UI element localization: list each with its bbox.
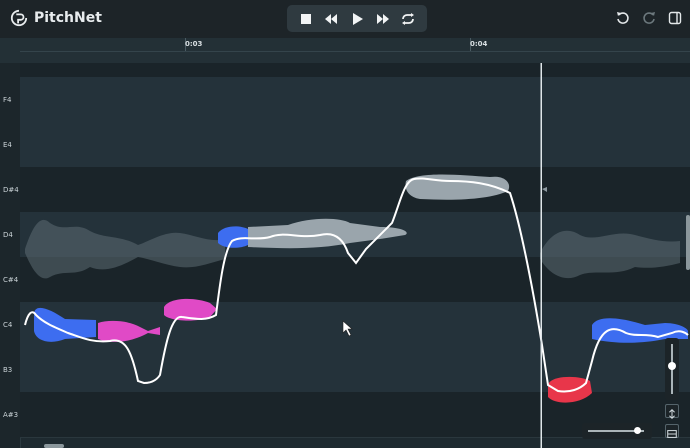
play-button[interactable] — [348, 10, 366, 28]
redo-button[interactable] — [642, 10, 656, 29]
sidebar-toggle-icon — [668, 11, 682, 25]
horizontal-zoom-knob[interactable] — [634, 427, 641, 434]
key-label-c4: C4 — [3, 321, 13, 329]
vertical-scrollbar[interactable] — [686, 215, 690, 270]
fit-horizontal-icon — [667, 430, 677, 438]
audio-waveform-right — [540, 230, 680, 279]
pitch-editor-canvas[interactable] — [20, 63, 690, 448]
pitch-curve — [24, 177, 689, 393]
loop-icon — [402, 12, 415, 25]
key-label-b3: B3 — [3, 366, 13, 374]
transport-controls — [287, 5, 427, 32]
note-blob-blue-1[interactable] — [34, 307, 96, 342]
fast-forward-button[interactable] — [374, 10, 392, 28]
piano-keys: F4 E4 D#4 D4 C#4 C4 B3 A#3 — [0, 63, 21, 448]
note-blob-pink-1[interactable] — [98, 320, 160, 342]
fast-forward-icon — [376, 13, 389, 24]
rewind-button[interactable] — [322, 10, 340, 28]
ruler-time-label: 0:04 — [470, 40, 488, 48]
fit-vertical-icon — [669, 408, 675, 420]
horizontal-zoom-slider[interactable] — [582, 423, 652, 439]
ruler-time-lane: 0:03 0:04 — [20, 38, 690, 52]
key-label-csharp4: C#4 — [3, 276, 19, 284]
audio-waveform — [25, 219, 225, 279]
ruler-time-label: 0:03 — [185, 40, 203, 48]
app-name: PitchNet — [34, 10, 102, 26]
play-icon — [352, 12, 363, 25]
stop-button[interactable] — [297, 10, 315, 28]
key-label-dsharp4: D#4 — [3, 186, 19, 194]
note-end-marker — [542, 187, 547, 192]
horizontal-scrollbar[interactable] — [44, 444, 64, 448]
fit-vertical-button[interactable] — [665, 404, 679, 420]
key-label-f4: F4 — [3, 96, 12, 104]
pitchnet-logo-icon — [10, 9, 28, 27]
loop-button[interactable] — [399, 10, 417, 28]
key-label-e4: E4 — [3, 141, 12, 149]
key-label-d4: D4 — [3, 231, 13, 239]
mouse-cursor-icon — [342, 320, 353, 337]
note-blob-blue-2[interactable] — [218, 226, 248, 248]
rewind-icon — [325, 13, 338, 24]
app-logo: PitchNet — [10, 9, 102, 27]
timeline-ruler[interactable]: 0:03 0:04 — [0, 38, 690, 64]
stop-icon — [300, 13, 311, 24]
header-actions — [616, 10, 682, 29]
undo-icon — [617, 12, 629, 24]
redo-icon — [643, 12, 655, 24]
vertical-zoom-slider[interactable] — [665, 338, 679, 400]
fit-horizontal-button[interactable] — [665, 424, 679, 438]
undo-button[interactable] — [616, 10, 630, 29]
key-label-asharp3: A#3 — [3, 411, 19, 419]
vertical-zoom-knob[interactable] — [668, 362, 676, 370]
sidebar-toggle-button[interactable] — [668, 10, 682, 29]
top-bar: PitchNet — [0, 0, 690, 38]
